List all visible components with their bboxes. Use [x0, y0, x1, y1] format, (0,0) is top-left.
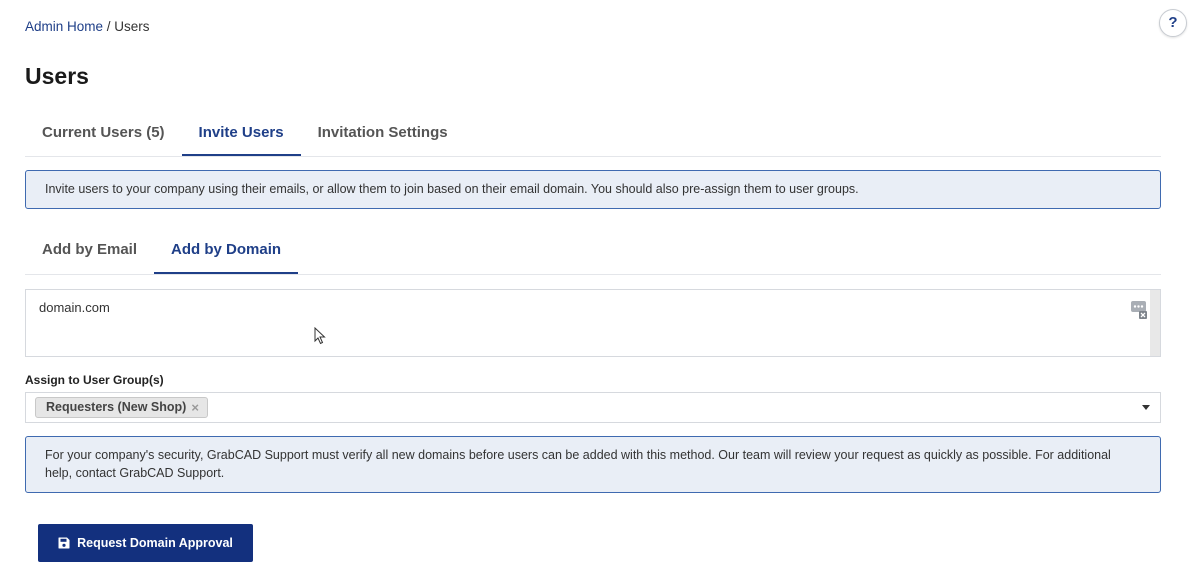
tab-current-users[interactable]: Current Users (5)	[25, 114, 182, 156]
request-domain-approval-button[interactable]: Request Domain Approval	[38, 524, 253, 562]
invite-info-box: Invite users to your company using their…	[25, 170, 1161, 209]
user-group-label: Assign to User Group(s)	[25, 373, 164, 387]
user-group-tag-label: Requesters (New Shop)	[46, 400, 187, 414]
breadcrumb-admin-home-link[interactable]: Admin Home	[25, 19, 103, 34]
invite-method-tabs: Add by Email Add by Domain	[25, 231, 1161, 275]
request-domain-approval-label: Request Domain Approval	[77, 536, 233, 550]
save-icon	[58, 537, 70, 549]
domain-input-value: domain.com	[39, 300, 110, 315]
tab-add-by-email[interactable]: Add by Email	[25, 231, 154, 274]
tab-add-by-domain[interactable]: Add by Domain	[154, 231, 299, 274]
security-notice: For your company's security, GrabCAD Sup…	[25, 436, 1161, 493]
tab-invite-users[interactable]: Invite Users	[181, 114, 301, 156]
domain-input[interactable]: domain.com	[25, 289, 1161, 357]
breadcrumb: Admin Home / Users	[25, 19, 150, 34]
password-manager-icon[interactable]	[1130, 300, 1148, 320]
main-tabs: Current Users (5) Invite Users Invitatio…	[25, 114, 1161, 157]
user-group-tag: Requesters (New Shop) ×	[35, 397, 208, 418]
page-title: Users	[25, 63, 89, 89]
tag-remove-icon[interactable]: ×	[191, 398, 199, 417]
tab-invitation-settings[interactable]: Invitation Settings	[301, 114, 465, 156]
mouse-pointer-icon	[314, 327, 326, 345]
breadcrumb-current: Users	[114, 19, 150, 34]
breadcrumb-separator: /	[103, 19, 115, 34]
user-group-select[interactable]: Requesters (New Shop) ×	[25, 392, 1161, 423]
textarea-scrollbar[interactable]	[1150, 290, 1160, 356]
chevron-down-icon[interactable]	[1142, 405, 1150, 410]
help-button[interactable]: ?	[1159, 9, 1187, 37]
